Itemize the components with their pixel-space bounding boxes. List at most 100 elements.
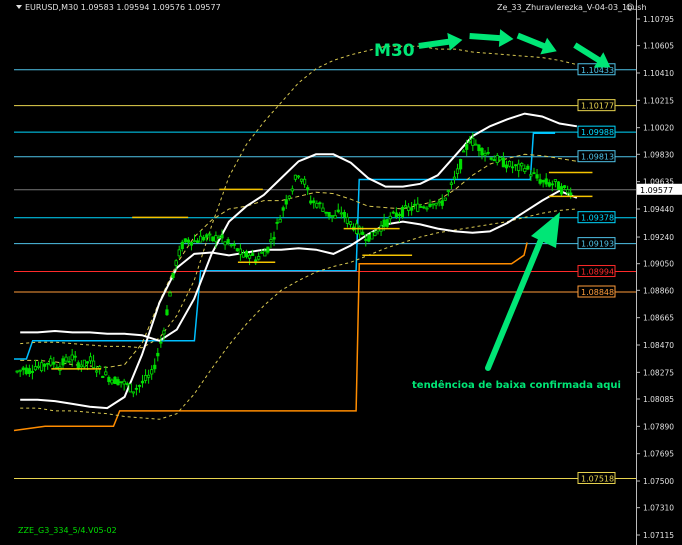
candle-body bbox=[186, 239, 190, 243]
y-tick-label: 1.09830 bbox=[643, 150, 674, 159]
candle-body bbox=[397, 213, 402, 217]
candle-body bbox=[477, 144, 481, 152]
candle-body bbox=[247, 254, 252, 259]
candle-body bbox=[189, 241, 194, 246]
candle-body bbox=[110, 379, 114, 384]
candle-body bbox=[406, 206, 411, 211]
y-tick-label: 1.08085 bbox=[643, 395, 674, 404]
candle-body bbox=[425, 207, 429, 210]
candle-body bbox=[165, 309, 169, 316]
candle-body bbox=[260, 251, 264, 254]
candle-body bbox=[235, 248, 239, 252]
candle-body bbox=[428, 203, 432, 207]
candle-body bbox=[79, 364, 83, 368]
candle-body bbox=[67, 360, 71, 363]
y-tick-label: 1.09440 bbox=[643, 205, 674, 214]
candle-body bbox=[281, 207, 285, 211]
y-tick-label: 1.10215 bbox=[643, 96, 674, 105]
level-tag-label: 1.08848 bbox=[581, 288, 614, 297]
candle-body bbox=[85, 361, 90, 364]
candle-body bbox=[336, 209, 340, 213]
candle-body bbox=[348, 221, 353, 225]
level-tag-label: 1.09193 bbox=[581, 240, 614, 249]
y-tick-label: 1.09240 bbox=[643, 233, 674, 242]
candle-body bbox=[134, 387, 138, 390]
level-tag-label: 1.09988 bbox=[581, 128, 614, 137]
y-tick-label: 1.10020 bbox=[643, 124, 674, 133]
candle-body bbox=[510, 166, 515, 169]
candle-body bbox=[373, 231, 377, 236]
candle-body bbox=[391, 211, 395, 214]
candle-body bbox=[419, 206, 423, 208]
y-tick-label: 1.07890 bbox=[643, 422, 674, 431]
candle-body bbox=[342, 211, 346, 218]
candle-body bbox=[293, 174, 298, 180]
candle-body bbox=[440, 200, 444, 206]
candle-body bbox=[64, 356, 68, 362]
candle-body bbox=[443, 197, 447, 201]
price-chart[interactable]: 1.10795 1.10605 1.10410 1.10215 1.10020 1.098… bbox=[0, 0, 682, 545]
candle-body bbox=[541, 179, 545, 183]
candle-body bbox=[82, 359, 86, 368]
candle-body bbox=[116, 379, 120, 386]
candle-body bbox=[382, 219, 386, 227]
candle-body bbox=[229, 244, 233, 247]
candle-body bbox=[562, 185, 567, 188]
candle-body bbox=[128, 383, 132, 393]
y-tick-label: 1.10410 bbox=[643, 69, 674, 78]
candle-body bbox=[544, 178, 548, 185]
candle-body bbox=[465, 144, 469, 150]
candle-body bbox=[321, 207, 325, 212]
candle-body bbox=[113, 376, 117, 385]
candle-body bbox=[251, 253, 255, 256]
symbol-info: EURUSD,M30 1.09583 1.09594 1.09576 1.095… bbox=[25, 3, 221, 12]
candle-body bbox=[257, 256, 261, 260]
candle-body bbox=[223, 241, 227, 246]
candle-body bbox=[507, 160, 512, 167]
candle-body bbox=[52, 361, 56, 365]
candle-body bbox=[318, 202, 322, 205]
candle-body bbox=[15, 370, 19, 373]
candle-body bbox=[88, 356, 93, 362]
candle-body bbox=[400, 206, 405, 218]
candle-body bbox=[24, 367, 28, 375]
candle-body bbox=[480, 148, 484, 156]
candle-body bbox=[39, 362, 44, 372]
candle-body bbox=[284, 199, 288, 205]
timeframe-annotation: M30 bbox=[374, 41, 415, 61]
candle-body bbox=[30, 370, 35, 373]
current-price-tag-label: 1.09577 bbox=[640, 186, 673, 195]
candle-body bbox=[330, 215, 334, 217]
candle-body bbox=[483, 152, 487, 156]
candle-body bbox=[61, 358, 65, 366]
candle-body bbox=[171, 272, 175, 278]
candle-body bbox=[299, 178, 304, 182]
candle-body bbox=[538, 179, 542, 184]
candle-body bbox=[449, 182, 454, 185]
candle-body bbox=[559, 186, 564, 195]
candle-body bbox=[306, 187, 310, 191]
candle-body bbox=[468, 141, 472, 144]
y-tick-label: 1.07310 bbox=[643, 504, 674, 513]
candle-body bbox=[495, 155, 499, 163]
candle-body bbox=[290, 188, 294, 192]
candle-body bbox=[431, 203, 435, 206]
candle-body bbox=[162, 330, 166, 335]
level-tag-label: 1.09813 bbox=[581, 153, 614, 162]
candle-body bbox=[547, 182, 551, 187]
candle-body bbox=[364, 238, 368, 241]
candle-body bbox=[385, 219, 389, 227]
candle-body bbox=[520, 163, 524, 167]
candle-body bbox=[217, 236, 221, 239]
candle-body bbox=[492, 159, 496, 162]
candle-body bbox=[76, 362, 80, 369]
y-tick-label: 1.09050 bbox=[643, 260, 674, 269]
candle-body bbox=[455, 168, 460, 174]
candle-body bbox=[199, 235, 203, 243]
candle-body bbox=[556, 181, 561, 191]
candle-body bbox=[388, 215, 392, 220]
candle-body bbox=[471, 137, 475, 146]
candle-body bbox=[345, 216, 350, 224]
candle-body bbox=[312, 200, 316, 204]
candle-body bbox=[21, 367, 25, 371]
